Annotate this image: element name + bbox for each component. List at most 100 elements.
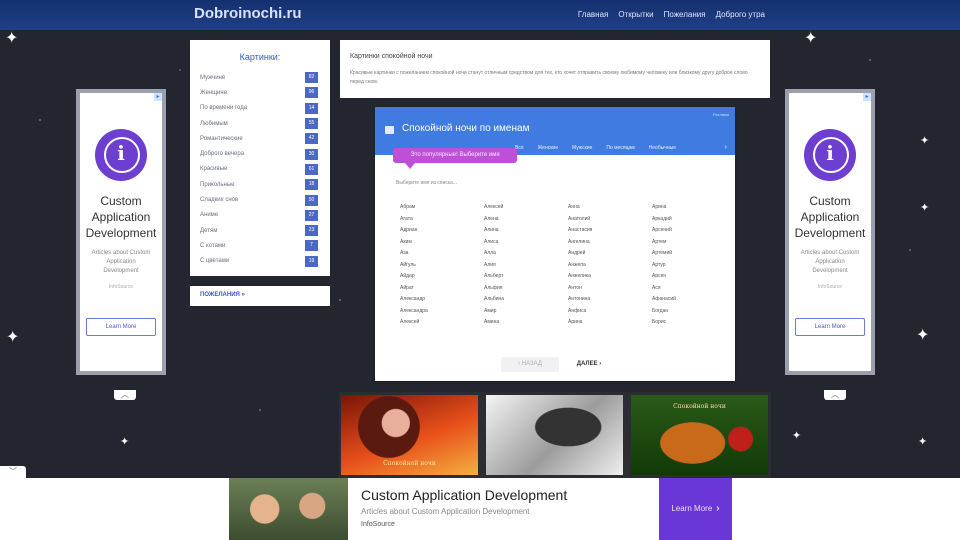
category-count-badge: 23 <box>305 225 318 237</box>
category-item[interactable]: Аниме 27 <box>190 208 330 223</box>
category-label: Романтические <box>200 135 243 142</box>
category-item[interactable]: По времени года 14 <box>190 101 330 116</box>
ad-subtitle: Articles about Custom Application Develo… <box>91 250 151 274</box>
left-side-ad[interactable]: ▸ i Custom Application Development Artic… <box>76 89 166 375</box>
name-link[interactable]: Богдан <box>652 306 736 318</box>
tab-female[interactable]: Женские <box>538 145 558 151</box>
nav-link-good-morning[interactable]: Доброго утра <box>716 10 765 19</box>
ad-learn-more-button[interactable]: Learn More <box>795 318 865 336</box>
name-link[interactable]: Анфиса <box>568 306 652 318</box>
category-item[interactable]: Сладких снов 50 <box>190 192 330 207</box>
nav-link-home[interactable]: Главная <box>578 10 608 19</box>
name-link[interactable]: Андрей <box>568 248 652 260</box>
menu-icon[interactable] <box>385 126 394 134</box>
card-tabs: Все Женские Мужские По месяцам Необычные <box>515 145 676 151</box>
category-item[interactable]: Мужчине 82 <box>190 70 330 85</box>
name-link[interactable]: Афанасий <box>652 294 736 306</box>
name-link[interactable]: Антонина <box>568 294 652 306</box>
wishes-panel[interactable]: ПОЖЕЛАНИЯ » <box>190 286 330 306</box>
name-link[interactable]: Борис <box>652 317 736 329</box>
category-item[interactable]: Доброго вечера 30 <box>190 146 330 161</box>
name-link[interactable]: Ангелина <box>568 237 652 249</box>
name-link[interactable]: Артем <box>652 237 736 249</box>
prev-page-button[interactable]: ‹ НАЗАД <box>501 357 559 372</box>
name-link[interactable]: Аза <box>400 248 484 260</box>
name-link[interactable]: Антон <box>568 283 652 295</box>
chevron-right-icon[interactable]: › <box>725 144 727 151</box>
name-link[interactable]: Алла <box>484 248 568 260</box>
category-item[interactable]: С котами 7 <box>190 238 330 253</box>
name-link[interactable]: Амир <box>484 306 568 318</box>
name-link[interactable]: Алиса <box>484 237 568 249</box>
name-link[interactable]: Адриан <box>400 225 484 237</box>
name-link[interactable]: Анжелика <box>568 271 652 283</box>
ad-image[interactable] <box>229 478 348 540</box>
bottom-ad-title[interactable]: Custom Application Development <box>361 487 567 503</box>
name-link[interactable]: Арина <box>652 202 736 214</box>
bottom-ad-learn-more-button[interactable]: Learn More › <box>659 478 732 540</box>
name-link[interactable]: Александр <box>400 294 484 306</box>
name-link[interactable]: Анастасия <box>568 225 652 237</box>
tab-by-month[interactable]: По месяцам <box>606 145 634 151</box>
ad-choices-icon[interactable]: ▸ <box>863 93 871 101</box>
star-decoration: ✦ <box>804 30 818 47</box>
thumbnail-woman-roses[interactable]: Спокойной ночи <box>341 395 478 475</box>
bottom-ad-banner[interactable]: ﹀ Custom Application Development Article… <box>0 466 960 540</box>
name-link[interactable]: Арсений <box>652 225 736 237</box>
name-link[interactable]: Альфия <box>484 283 568 295</box>
category-count-badge: 82 <box>305 72 318 84</box>
name-link[interactable]: Артемий <box>652 248 736 260</box>
name-link[interactable]: Арсен <box>652 271 736 283</box>
next-page-button[interactable]: ДАЛЕЕ › <box>569 357 609 372</box>
name-link[interactable]: Анна <box>568 202 652 214</box>
category-item[interactable]: Романтические 42 <box>190 131 330 146</box>
name-link[interactable]: Ася <box>652 283 736 295</box>
thumbnail-lion-roses[interactable]: Спокойной ночи <box>631 395 768 475</box>
name-link[interactable]: Алина <box>484 225 568 237</box>
ad-learn-more-button[interactable]: Learn More <box>86 318 156 336</box>
wishes-link[interactable]: ПОЖЕЛАНИЯ » <box>200 292 245 298</box>
names-grid: Абрам Алексей Анна Арина Агата Алена Анатолий А… <box>400 202 720 329</box>
name-link[interactable]: Аким <box>400 237 484 249</box>
name-link[interactable]: Альбина <box>484 294 568 306</box>
nav-link-cards[interactable]: Открытки <box>618 10 653 19</box>
name-link[interactable]: Александра <box>400 306 484 318</box>
star-decoration: ✦ <box>792 430 802 442</box>
chevron-up-icon[interactable]: ︿ <box>114 390 136 400</box>
name-link[interactable]: Арина <box>568 317 652 329</box>
star-decoration: ✦ <box>920 202 930 214</box>
site-logo[interactable]: Dobroinochi.ru <box>194 5 302 22</box>
name-link[interactable]: Анжела <box>568 260 652 272</box>
name-link[interactable]: Айгуль <box>400 260 484 272</box>
category-item[interactable]: С цветами 19 <box>190 254 330 269</box>
name-link[interactable]: Абрам <box>400 202 484 214</box>
name-link[interactable]: Аркадий <box>652 214 736 226</box>
right-side-ad[interactable]: ▸ i Custom Application Development Artic… <box>785 89 875 375</box>
name-link[interactable]: Артур <box>652 260 736 272</box>
name-link[interactable]: Анатолий <box>568 214 652 226</box>
chevron-down-icon[interactable]: ﹀ <box>0 466 26 478</box>
category-label: Красивые <box>200 166 228 173</box>
name-link[interactable]: Альберт <box>484 271 568 283</box>
category-item[interactable]: Красивые 61 <box>190 162 330 177</box>
name-link[interactable]: Амина <box>484 317 568 329</box>
name-link[interactable]: Айдар <box>400 271 484 283</box>
category-item[interactable]: Женщине 96 <box>190 85 330 100</box>
ad-choices-icon[interactable]: ▸ <box>154 93 162 101</box>
category-item[interactable]: Детям 23 <box>190 223 330 238</box>
name-link[interactable]: Алена <box>484 214 568 226</box>
name-link[interactable]: Айрат <box>400 283 484 295</box>
category-item[interactable]: Прикольные 18 <box>190 177 330 192</box>
name-link[interactable]: Агата <box>400 214 484 226</box>
name-link[interactable]: Алия <box>484 260 568 272</box>
tab-male[interactable]: Мужские <box>572 145 592 151</box>
thumbnail-caption: Спокойной ночи <box>383 460 436 467</box>
chevron-up-icon[interactable]: ︿ <box>824 390 846 400</box>
tab-unusual[interactable]: Необычные <box>649 145 676 151</box>
category-item[interactable]: Любимым 55 <box>190 116 330 131</box>
nav-link-wishes[interactable]: Пожелания <box>664 10 706 19</box>
thumbnail-kiss[interactable] <box>486 395 623 475</box>
name-link[interactable]: Алексей <box>484 202 568 214</box>
name-link[interactable]: Алексей <box>400 317 484 329</box>
star-decoration: ✦ <box>918 436 928 448</box>
